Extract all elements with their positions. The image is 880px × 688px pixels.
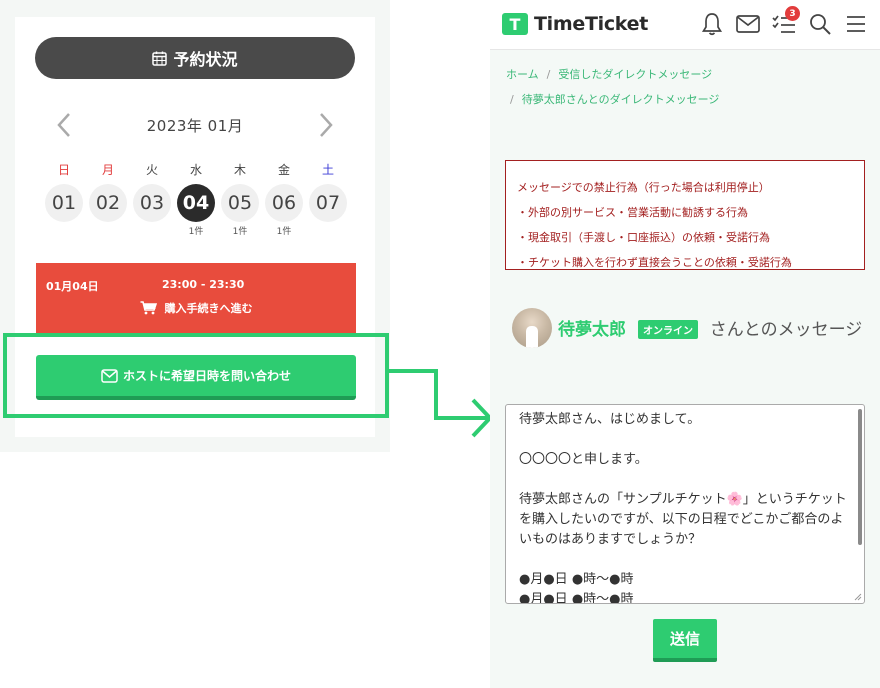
date-button[interactable]: 07 xyxy=(309,184,347,222)
date-button-selected[interactable]: 04 xyxy=(177,184,215,222)
search-icon xyxy=(810,14,831,35)
day-of-week: 日 xyxy=(57,163,70,177)
date-button[interactable]: 01 xyxy=(45,184,83,222)
week-calendar: 日 01 月 02 火 03 水 04 1件 木 05 1件 金 06 1件 土… xyxy=(44,162,348,238)
slot-count: 1件 xyxy=(188,227,204,237)
calendar-day: 日 01 xyxy=(44,162,84,238)
prev-month-button[interactable] xyxy=(50,108,78,142)
calendar-day: 水 04 1件 xyxy=(176,162,216,238)
avatar[interactable] xyxy=(512,308,552,348)
breadcrumb-current[interactable]: 待夢太郎さんとのダイレクトメッセージ xyxy=(522,93,720,106)
slot-count: 1件 xyxy=(276,227,292,237)
day-of-week: 土 xyxy=(321,163,334,177)
header-icons: 3 xyxy=(700,6,868,38)
day-of-week: 月 xyxy=(101,163,114,177)
next-month-button[interactable] xyxy=(312,108,340,142)
resize-handle-icon[interactable] xyxy=(854,593,862,601)
notifications-button[interactable] xyxy=(700,10,724,38)
logo[interactable]: T TimeTicket xyxy=(502,13,648,35)
slot-date: 01月04日 xyxy=(46,280,99,293)
message-textarea[interactable]: 待夢太郎さん、はじめまして。 〇〇〇〇と申します。 待夢太郎さんの「サンプルチケ… xyxy=(505,404,865,604)
logo-text: TimeTicket xyxy=(534,13,648,35)
proceed-purchase-label: 購入手続きへ進む xyxy=(164,302,253,315)
day-of-week: 金 xyxy=(277,163,290,177)
day-of-week: 火 xyxy=(145,163,158,177)
notice-item: ・外部の別サービス・営業活動に勧誘する行為 xyxy=(517,206,748,219)
slot-time: 23:00 - 23:30 xyxy=(162,278,245,291)
month-navigation: 2023年 01月 xyxy=(50,108,340,142)
host-name[interactable]: 待夢太郎 xyxy=(558,315,626,340)
calendar-day: 月 02 xyxy=(88,162,128,238)
calendar-day: 木 05 1件 xyxy=(220,162,260,238)
breadcrumb-received[interactable]: 受信したダイレクトメッセージ xyxy=(558,68,712,81)
notice-item: ・現金取引（手渡し・口座振込）の依頼・受諾行為 xyxy=(517,231,770,244)
highlight-box xyxy=(3,333,389,418)
mail-icon xyxy=(736,15,760,33)
calendar-day: 土 07 xyxy=(308,162,348,238)
breadcrumb-separator: / xyxy=(546,68,551,81)
calendar-day: 金 06 1件 xyxy=(264,162,304,238)
date-button[interactable]: 05 xyxy=(221,184,259,222)
messages-button[interactable] xyxy=(736,10,760,38)
menu-icon xyxy=(847,16,865,32)
date-button[interactable]: 02 xyxy=(89,184,127,222)
day-of-week: 水 xyxy=(189,163,202,177)
top-bar: T TimeTicket 3 xyxy=(490,0,880,50)
notification-badge: 3 xyxy=(785,6,800,21)
logo-mark: T xyxy=(502,13,528,35)
time-slot[interactable]: 01月04日 23:00 - 23:30 購入手続きへ進む xyxy=(36,263,356,335)
calendar-day: 火 03 xyxy=(132,162,172,238)
date-button[interactable]: 06 xyxy=(265,184,303,222)
notice-item: ・チケット購入を行わず直接会うことの依頼・受諾行為 xyxy=(517,256,792,269)
month-label: 2023年 01月 xyxy=(146,116,244,135)
conversation-title-suffix: さんとのメッセージ xyxy=(709,320,863,340)
breadcrumb-separator: / xyxy=(510,93,514,106)
online-badge: オンライン xyxy=(638,320,698,339)
proceed-purchase-button[interactable]: 購入手続きへ進む xyxy=(36,300,356,316)
breadcrumb-current-row: / 待夢太郎さんとのダイレクトメッセージ xyxy=(506,91,719,107)
reservation-header: 予約状況 xyxy=(35,37,355,79)
tasks-button[interactable]: 3 xyxy=(772,6,800,38)
notice-title: メッセージでの禁止行為（行った場合は利用停止） xyxy=(517,181,770,194)
chevron-right-icon xyxy=(320,113,333,137)
menu-button[interactable] xyxy=(844,10,868,38)
bell-icon xyxy=(701,13,723,36)
slot-count: 1件 xyxy=(232,227,248,237)
calendar-icon xyxy=(152,51,168,66)
breadcrumb: ホーム / 受信したダイレクトメッセージ xyxy=(506,66,712,82)
send-button[interactable]: 送信 xyxy=(653,619,717,662)
day-of-week: 木 xyxy=(233,163,246,177)
stage: 予約状況 2023年 01月 日 01 月 02 火 03 水 04 1件 木 … xyxy=(0,0,880,688)
chevron-left-icon xyxy=(57,113,70,137)
message-text: 待夢太郎さん、はじめまして。 〇〇〇〇と申します。 待夢太郎さんの「サンプルチケ… xyxy=(519,412,847,604)
cart-icon xyxy=(140,301,157,315)
reservation-title: 予約状況 xyxy=(173,50,238,69)
breadcrumb-home[interactable]: ホーム xyxy=(506,68,539,81)
search-button[interactable] xyxy=(808,10,832,38)
prohibited-actions-notice: メッセージでの禁止行為（行った場合は利用停止） ・外部の別サービス・営業活動に勧… xyxy=(505,160,865,270)
textarea-scrollbar[interactable] xyxy=(858,409,862,545)
date-button[interactable]: 03 xyxy=(133,184,171,222)
